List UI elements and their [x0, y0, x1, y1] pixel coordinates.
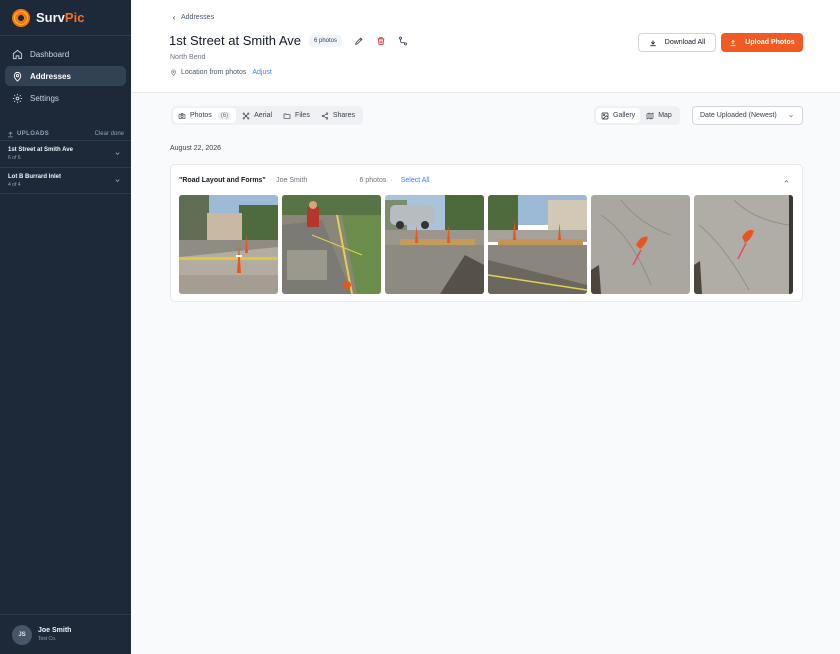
- chevron-down-icon[interactable]: [114, 150, 121, 157]
- upload-title: Lot B Burrard Inlet: [8, 173, 62, 180]
- photo-thumbnail[interactable]: [385, 195, 484, 294]
- camera-icon: [178, 112, 186, 119]
- delete-button[interactable]: [376, 36, 386, 46]
- map-icon: [646, 111, 654, 120]
- edit-button[interactable]: [354, 36, 364, 46]
- photo-thumbnail[interactable]: [282, 195, 381, 294]
- tab-photos[interactable]: Photos (6): [173, 108, 237, 123]
- sidebar-item-label: Dashboard: [30, 49, 70, 59]
- location-label: Location from photos: [181, 69, 247, 76]
- avatar: JS: [12, 624, 32, 645]
- view-gallery[interactable]: Gallery: [596, 108, 641, 123]
- upload-item[interactable]: 1st Street at Smith Ave 6 of 6: [0, 140, 131, 167]
- upload-icon: [8, 131, 13, 137]
- pencil-icon: [355, 36, 363, 45]
- main: Addresses 1st Street at Smith Ave 6 phot…: [131, 0, 840, 654]
- chevron-down-icon[interactable]: [114, 177, 121, 184]
- adjust-link[interactable]: Adjust: [252, 69, 271, 76]
- group-count: · 6 photos: [355, 177, 387, 184]
- view-toggle: Gallery Map: [594, 106, 680, 125]
- sidebar: SurvPic Dashboard Addresses Settings UPL…: [0, 0, 131, 654]
- home-icon: [12, 49, 23, 60]
- back-link[interactable]: Addresses: [171, 14, 214, 21]
- photo-thumbnail[interactable]: [591, 195, 690, 294]
- image-icon: [601, 112, 609, 119]
- chevron-left-icon: [172, 15, 176, 20]
- sidebar-item-dashboard[interactable]: Dashboard: [5, 44, 126, 64]
- date-heading: August 22, 2026: [170, 145, 221, 152]
- group-header: "Road Layout and Forms" · Joe Smith · 6 …: [179, 177, 430, 184]
- map-pin-icon: [171, 69, 176, 76]
- sidebar-item-addresses[interactable]: Addresses: [5, 66, 126, 86]
- brand-name: SurvPic: [36, 10, 85, 25]
- download-all-button[interactable]: Download All: [638, 33, 716, 52]
- map-pin-icon: [12, 71, 23, 82]
- group-name: "Road Layout and Forms": [179, 177, 266, 184]
- photo-thumbnail[interactable]: [488, 195, 587, 294]
- gear-icon: [12, 93, 23, 104]
- upload-status: 4 of 4: [8, 181, 21, 188]
- upload-item[interactable]: Lot B Burrard Inlet 4 of 4: [0, 167, 131, 194]
- photo-group: "Road Layout and Forms" · Joe Smith · 6 …: [170, 164, 803, 302]
- drone-icon: [242, 112, 250, 119]
- page-title: 1st Street at Smith Ave: [169, 33, 301, 48]
- location-row: Location from photos Adjust: [170, 69, 272, 76]
- tab-bar: Photos (6) Aerial Files Shares: [171, 106, 364, 125]
- folder-icon: [283, 113, 291, 119]
- group-author: Joe Smith: [276, 177, 308, 184]
- upload-photos-button[interactable]: Upload Photos: [721, 33, 803, 52]
- content-area: Photos (6) Aerial Files Shares Gallery M…: [131, 93, 840, 654]
- page-header: Addresses 1st Street at Smith Ave 6 phot…: [131, 0, 840, 93]
- view-map[interactable]: Map: [641, 108, 677, 123]
- user-company: Test Co.: [38, 636, 57, 642]
- route-icon: [399, 36, 407, 45]
- sidebar-item-label: Settings: [30, 93, 59, 103]
- tab-shares[interactable]: Shares: [316, 108, 360, 123]
- upload-icon: [730, 39, 736, 46]
- brand[interactable]: SurvPic: [0, 0, 131, 36]
- trash-icon: [377, 36, 385, 45]
- uploads-label: UPLOADS: [17, 131, 50, 137]
- address-subtitle: North Bend: [170, 54, 206, 61]
- sidebar-nav: Dashboard Addresses Settings: [0, 36, 131, 108]
- uploads-header: UPLOADS Clear done: [0, 128, 131, 140]
- sidebar-item-settings[interactable]: Settings: [5, 88, 126, 108]
- photo-grid: [179, 195, 797, 294]
- tab-aerial[interactable]: Aerial: [237, 108, 277, 123]
- sort-select[interactable]: Date Uploaded (Newest): [692, 106, 803, 125]
- logo-icon: [12, 8, 30, 27]
- clear-done-button[interactable]: Clear done: [95, 131, 124, 137]
- sidebar-item-label: Addresses: [30, 71, 71, 81]
- download-icon: [650, 39, 656, 46]
- chevron-up-icon[interactable]: [783, 178, 790, 185]
- share-icon: [321, 112, 328, 119]
- title-row: 1st Street at Smith Ave 6 photos: [169, 33, 408, 48]
- tab-files[interactable]: Files: [278, 108, 315, 123]
- upload-title: 1st Street at Smith Ave: [8, 147, 73, 153]
- tab-count: (6): [217, 111, 232, 120]
- upload-status: 6 of 6: [8, 155, 21, 161]
- user-name: Joe Smith: [38, 627, 72, 634]
- photo-thumbnail[interactable]: [179, 195, 278, 294]
- user-profile[interactable]: JS Joe Smith Test Co.: [0, 614, 131, 654]
- select-all-link[interactable]: Select All: [401, 177, 430, 184]
- chevron-down-icon: [789, 114, 793, 118]
- route-button[interactable]: [398, 36, 408, 46]
- photo-count-badge: 6 photos: [309, 34, 343, 47]
- photo-thumbnail[interactable]: [694, 195, 793, 294]
